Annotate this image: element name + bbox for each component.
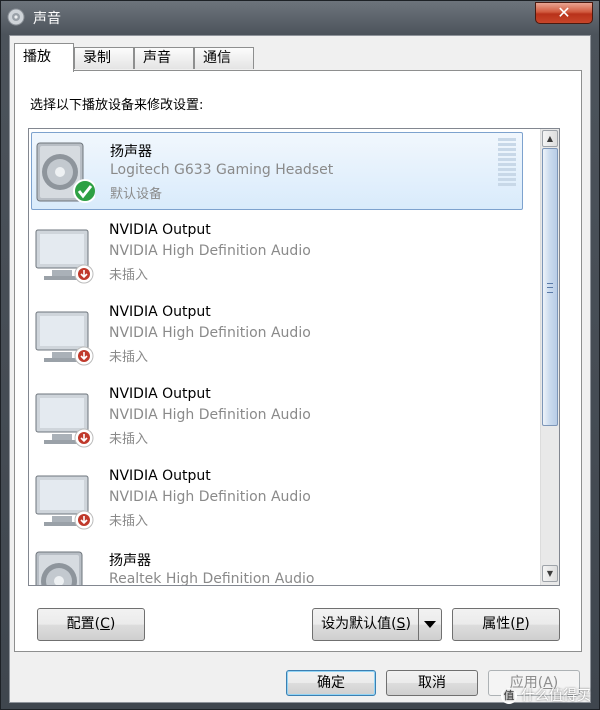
chevron-down-icon: ▼ [546,569,554,578]
volume-meter [498,138,516,186]
set-default-label: 设为默认值 [321,616,392,632]
device-description: Realtek High Definition Audio [109,571,315,586]
title-bar[interactable]: 声音 ✕ [1,1,599,35]
watermark-text: 什么值得买 [521,688,591,704]
monitor-icon [35,393,94,448]
dialog-body: 播放 录制 声音 通信 选择以下播放设备来修改设置: 扬声器 Logitech … [9,35,591,703]
chevron-up-icon: ▲ [546,134,554,143]
device-status: 未插入 [109,350,149,365]
configure-label: 配置 [66,616,95,632]
close-icon: ✕ [557,3,571,22]
device-list-scrollbar[interactable]: ▲ ▼ [540,129,559,585]
scroll-down-button[interactable]: ▼ [542,565,558,582]
sound-dialog-window: 声音 ✕ 播放 录制 声音 通信 选择以下播放设备来修改设置: 扬声器 Logi… [0,0,600,710]
device-item-speaker-realtek[interactable]: 扬声器 Realtek High Definition Audio [31,542,523,586]
properties-label: 属性 [482,616,511,632]
speaker-icon [7,8,25,26]
device-item-nvidia-4[interactable]: NVIDIA Output NVIDIA High Definition Aud… [31,460,523,538]
device-name: NVIDIA Output [109,222,211,238]
device-description: NVIDIA High Definition Audio [109,243,311,259]
device-status: 未插入 [109,268,149,283]
tab-communications[interactable]: 通信 [194,47,254,69]
device-description: NVIDIA High Definition Audio [109,407,311,423]
device-item-nvidia-2[interactable]: NVIDIA Output NVIDIA High Definition Aud… [31,296,523,374]
default-check-icon [73,179,95,203]
device-name: 扬声器 [109,553,151,569]
device-name: NVIDIA Output [109,304,211,320]
device-status: 默认设备 [110,187,163,202]
device-item-speaker-g633[interactable]: 扬声器 Logitech G633 Gaming Headset 默认设备 [31,132,523,210]
tab-recording[interactable]: 录制 [74,47,134,69]
dropdown-arrow-icon[interactable] [418,609,441,640]
device-list[interactable]: 扬声器 Logitech G633 Gaming Headset 默认设备 NV… [28,128,560,586]
device-status: 未插入 [109,514,149,529]
device-description: NVIDIA High Definition Audio [109,489,311,505]
device-status: 未插入 [109,432,149,447]
scroll-thumb[interactable] [542,148,558,426]
properties-button[interactable]: 属性(P) [452,608,560,641]
tab-sounds[interactable]: 声音 [134,47,194,69]
speaker-icon [36,142,95,203]
window-title: 声音 [33,11,61,27]
cancel-button[interactable]: 取消 [386,670,478,696]
device-item-nvidia-3[interactable]: NVIDIA Output NVIDIA High Definition Aud… [31,378,523,456]
properties-accel: P [515,616,525,632]
configure-button[interactable]: 配置(C) [37,608,145,641]
close-button[interactable]: ✕ [535,2,593,24]
device-name: 扬声器 [110,144,152,160]
grip-icon [547,283,553,293]
watermark-logo: 值 [501,688,517,704]
speaker-icon [35,551,83,585]
monitor-icon [35,311,94,366]
set-default-accel: S [396,616,406,632]
watermark: 值什么值得买 [501,685,591,705]
device-item-nvidia-1[interactable]: NVIDIA Output NVIDIA High Definition Aud… [31,214,523,292]
scroll-up-button[interactable]: ▲ [542,130,558,147]
instruction-label: 选择以下播放设备来修改设置: [30,98,204,113]
device-description: NVIDIA High Definition Audio [109,325,311,341]
device-name: NVIDIA Output [109,386,211,402]
ok-button[interactable]: 确定 [286,670,376,696]
monitor-icon [35,475,94,530]
device-description: Logitech G633 Gaming Headset [110,162,334,178]
tab-playback[interactable]: 播放 [14,43,74,72]
monitor-icon [35,229,94,284]
set-default-button[interactable]: 设为默认值(S) [312,608,442,641]
device-name: NVIDIA Output [109,468,211,484]
configure-accel: C [100,616,110,632]
